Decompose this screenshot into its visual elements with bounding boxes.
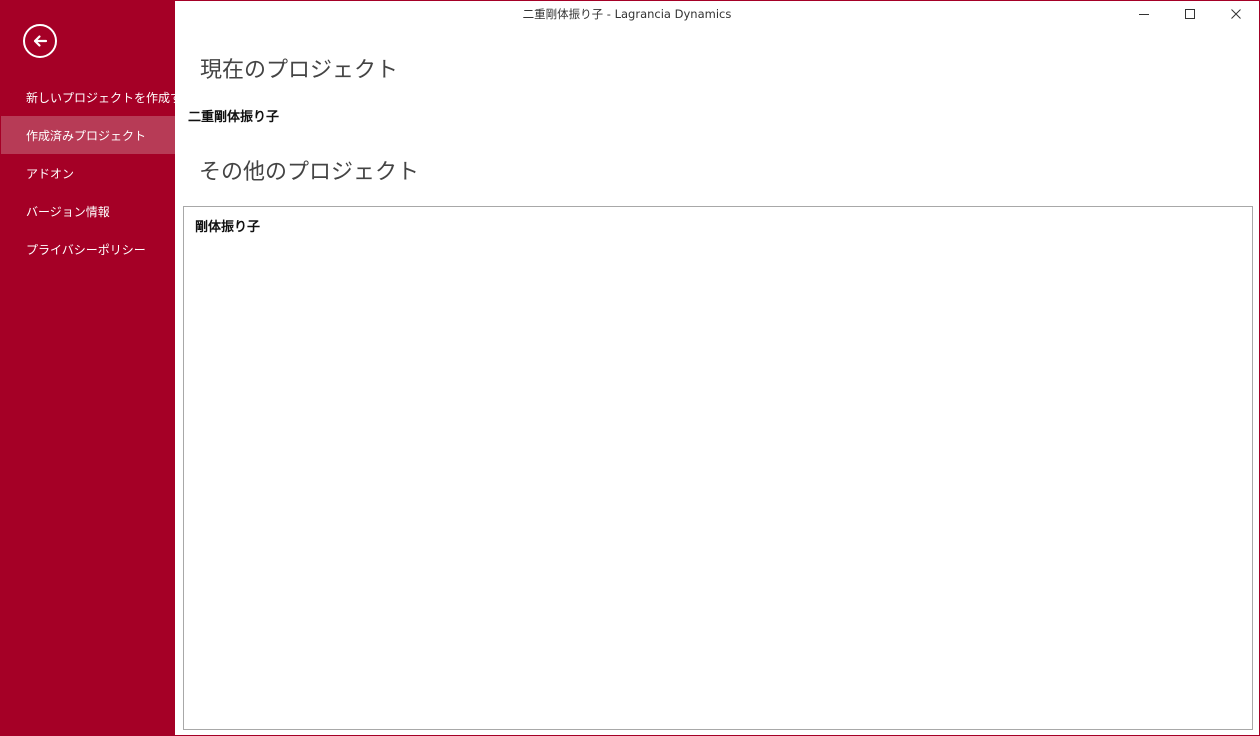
sidebar-nav: 新しいプロジェクトを作成する 作成済みプロジェクト アドオン バージョン情報 プ… (1, 78, 194, 268)
minimize-button[interactable] (1121, 1, 1167, 27)
sidebar-item-label: アドオン (26, 166, 75, 181)
sidebar: 新しいプロジェクトを作成する 作成済みプロジェクト アドオン バージョン情報 プ… (1, 1, 194, 736)
minimize-icon (1139, 14, 1149, 15)
other-projects-heading: その他のプロジェクト (199, 160, 420, 185)
maximize-icon (1185, 9, 1195, 19)
back-button[interactable] (23, 24, 57, 58)
list-item[interactable]: 剛体振り子 (195, 216, 260, 235)
close-icon (1231, 9, 1241, 19)
sidebar-item-new-project[interactable]: 新しいプロジェクトを作成する (1, 78, 194, 116)
sidebar-item-label: バージョン情報 (26, 204, 110, 219)
current-project-item[interactable]: 二重剛体振り子 (188, 106, 279, 125)
arrow-left-circle-icon (33, 35, 48, 47)
sidebar-item-addons[interactable]: アドオン (1, 154, 175, 192)
close-button[interactable] (1213, 1, 1259, 27)
other-projects-list[interactable]: 剛体振り子 (183, 206, 1253, 730)
sidebar-item-privacy-policy[interactable]: プライバシーポリシー (1, 230, 175, 268)
sidebar-item-version-info[interactable]: バージョン情報 (1, 192, 175, 230)
app-window: 新しいプロジェクトを作成する 作成済みプロジェクト アドオン バージョン情報 プ… (0, 0, 1260, 736)
window-title: 二重剛体振り子 - Lagrancia Dynamics (522, 7, 732, 21)
title-bar[interactable]: 二重剛体振り子 - Lagrancia Dynamics (175, 1, 1259, 27)
maximize-button[interactable] (1167, 1, 1213, 27)
current-projects-heading: 現在のプロジェクト (200, 58, 399, 83)
sidebar-item-label: プライバシーポリシー (26, 242, 146, 257)
sidebar-item-label: 作成済みプロジェクト (26, 128, 147, 143)
sidebar-item-existing-projects[interactable]: 作成済みプロジェクト (1, 116, 175, 154)
sidebar-item-label: 新しいプロジェクトを作成する (26, 90, 195, 105)
